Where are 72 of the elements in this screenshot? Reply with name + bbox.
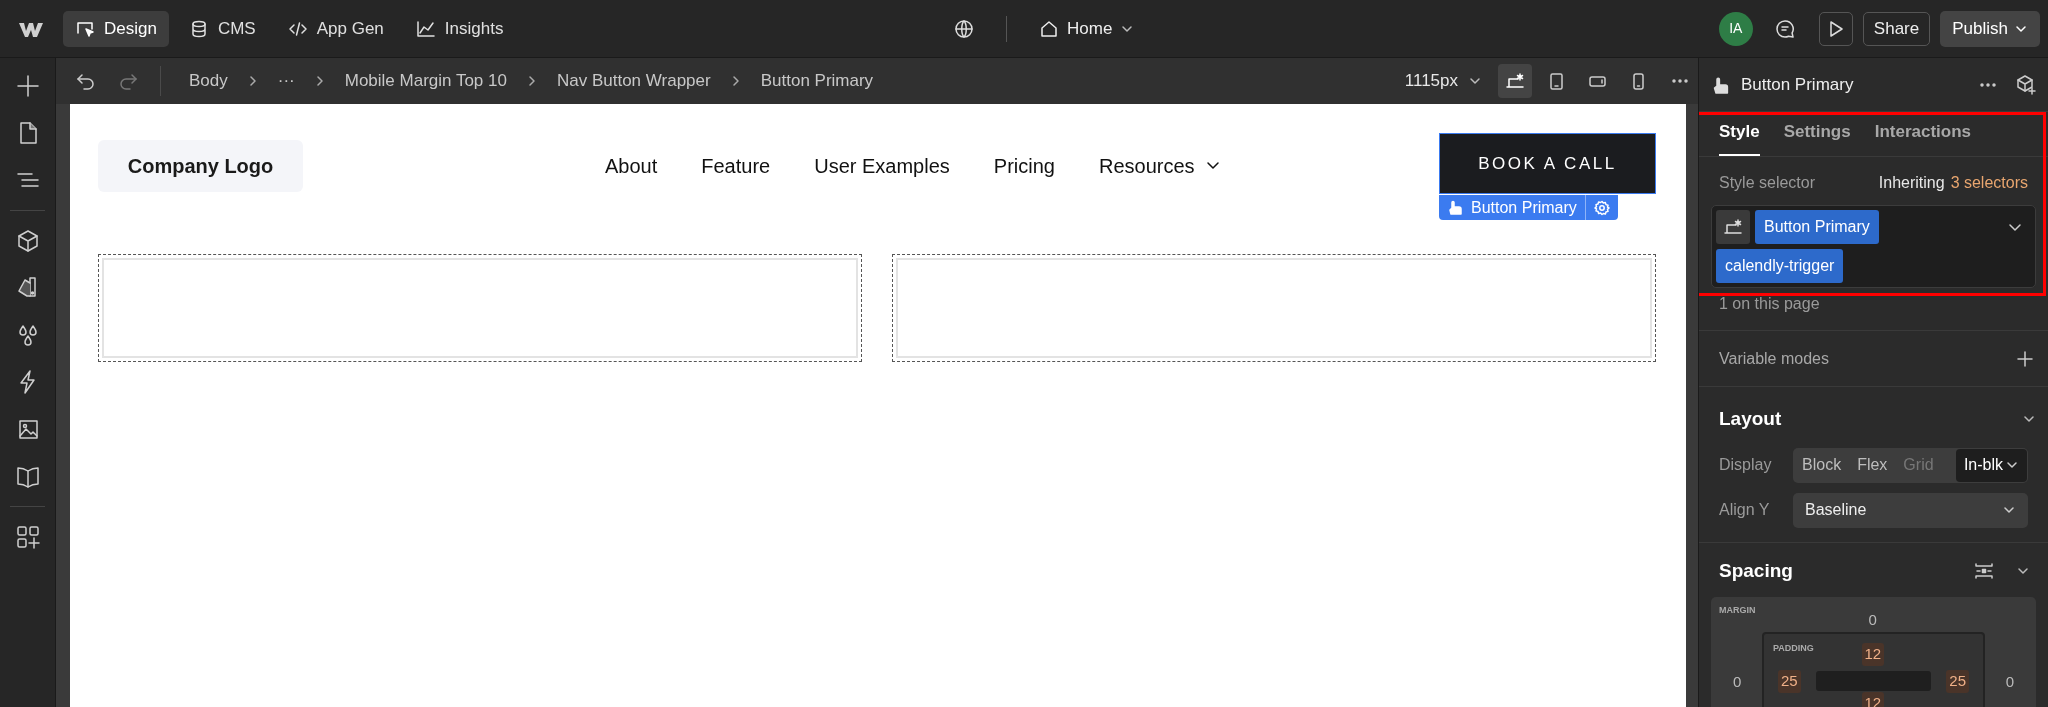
desktop-breakpoint-icon: [1723, 217, 1743, 237]
breadcrumb-item[interactable]: Nav Button Wrapper: [556, 68, 711, 94]
panel-tab[interactable]: Settings: [1783, 118, 1851, 156]
padding-value[interactable]: 25: [1778, 670, 1801, 693]
inherited-selectors-link[interactable]: 3 selectors: [1950, 171, 2028, 195]
hand-pointer-icon: [1447, 199, 1463, 216]
padding-label: PADDING: [1773, 642, 1814, 655]
class-tag[interactable]: calendly-trigger: [1716, 249, 1844, 283]
display-option[interactable]: Block: [1794, 448, 1850, 482]
nav-link[interactable]: Feature: [701, 150, 771, 181]
gear-icon: [1593, 199, 1610, 216]
hand-pointer-icon: [1711, 75, 1729, 94]
display-option[interactable]: In-blk: [1955, 448, 2027, 482]
display-option[interactable]: Flex: [1849, 448, 1896, 482]
selector-field[interactable]: Button Primary calendly-trigger: [1711, 205, 2036, 288]
field-label: Align Y: [1719, 500, 1771, 520]
component-add-icon: [2016, 73, 2036, 96]
preview-button[interactable]: [1818, 11, 1853, 46]
inheriting-label: Inheriting: [1878, 173, 1945, 193]
margin-value[interactable]: 0: [1868, 609, 1877, 632]
user-avatar[interactable]: IA: [1718, 11, 1753, 46]
home-icon: [1039, 19, 1059, 39]
plus-icon: [2016, 349, 2034, 368]
redo-icon: [118, 71, 138, 91]
nav-link[interactable]: Pricing: [993, 150, 1055, 181]
field-label: Style selector: [1719, 173, 1816, 193]
book-call-button[interactable]: BOOK A CALL: [1439, 133, 1656, 194]
nav-tab[interactable]: Insights: [403, 10, 516, 47]
device-button[interactable]: [1498, 64, 1532, 98]
section-title: Layout: [1719, 407, 1782, 431]
margin-value[interactable]: 0: [1733, 671, 1742, 694]
more-icon: [1672, 79, 1688, 83]
nav-link[interactable]: Resources: [1098, 150, 1221, 181]
breadcrumb-item[interactable]: ···: [277, 68, 295, 94]
breadcrumb-item[interactable]: Mobile Margin Top 10: [344, 68, 507, 94]
margin-value[interactable]: 0: [2005, 671, 2014, 694]
page-selector[interactable]: Home: [1039, 16, 1135, 42]
comment-icon: [1774, 18, 1795, 39]
redo-button[interactable]: [118, 71, 138, 91]
undo-icon: [76, 71, 96, 91]
spacing-mode-icon: [1974, 560, 1994, 581]
nav-tab[interactable]: CMS: [176, 10, 268, 47]
nav-link[interactable]: User Examples: [814, 150, 950, 181]
nav-link[interactable]: About: [605, 150, 658, 181]
panel-tab[interactable]: Style: [1719, 118, 1760, 156]
chart-icon: [415, 18, 436, 39]
breadcrumb-item[interactable]: Body: [189, 68, 228, 94]
publish-button[interactable]: Publish: [1940, 10, 2040, 47]
breakpoint-width[interactable]: 1115px: [1404, 68, 1482, 94]
company-logo[interactable]: Company Logo: [98, 139, 303, 192]
class-tag[interactable]: Button Primary: [1755, 210, 1879, 244]
share-button[interactable]: Share: [1862, 11, 1931, 46]
padding-value[interactable]: 12: [1861, 643, 1885, 666]
field-label: Display: [1719, 455, 1773, 475]
padding-value[interactable]: 25: [1946, 670, 1969, 693]
globe-icon: [954, 19, 974, 39]
undo-button[interactable]: [76, 71, 96, 91]
element-name: Button Primary: [1741, 73, 1854, 96]
section-title: Spacing: [1719, 558, 1793, 583]
margin-label: MARGIN: [1719, 604, 1756, 617]
plus-icon[interactable]: [14, 73, 41, 99]
usage-count: 1 on this page: [1718, 294, 1821, 314]
breadcrumb-item[interactable]: Button Primary: [760, 68, 874, 94]
align-select[interactable]: Baseline: [1793, 492, 2028, 528]
nav-tab[interactable]: Design: [63, 10, 169, 47]
panel-tab[interactable]: Interactions: [1874, 118, 1972, 156]
nav-tab[interactable]: App Gen: [275, 10, 396, 47]
apps-add-icon[interactable]: [14, 524, 41, 550]
section-label: Variable modes: [1719, 348, 1829, 369]
breakpoint-state-icon[interactable]: [1716, 210, 1750, 244]
selected-element-badge[interactable]: Button Primary: [1439, 195, 1618, 220]
more-icon: [1980, 82, 1996, 87]
